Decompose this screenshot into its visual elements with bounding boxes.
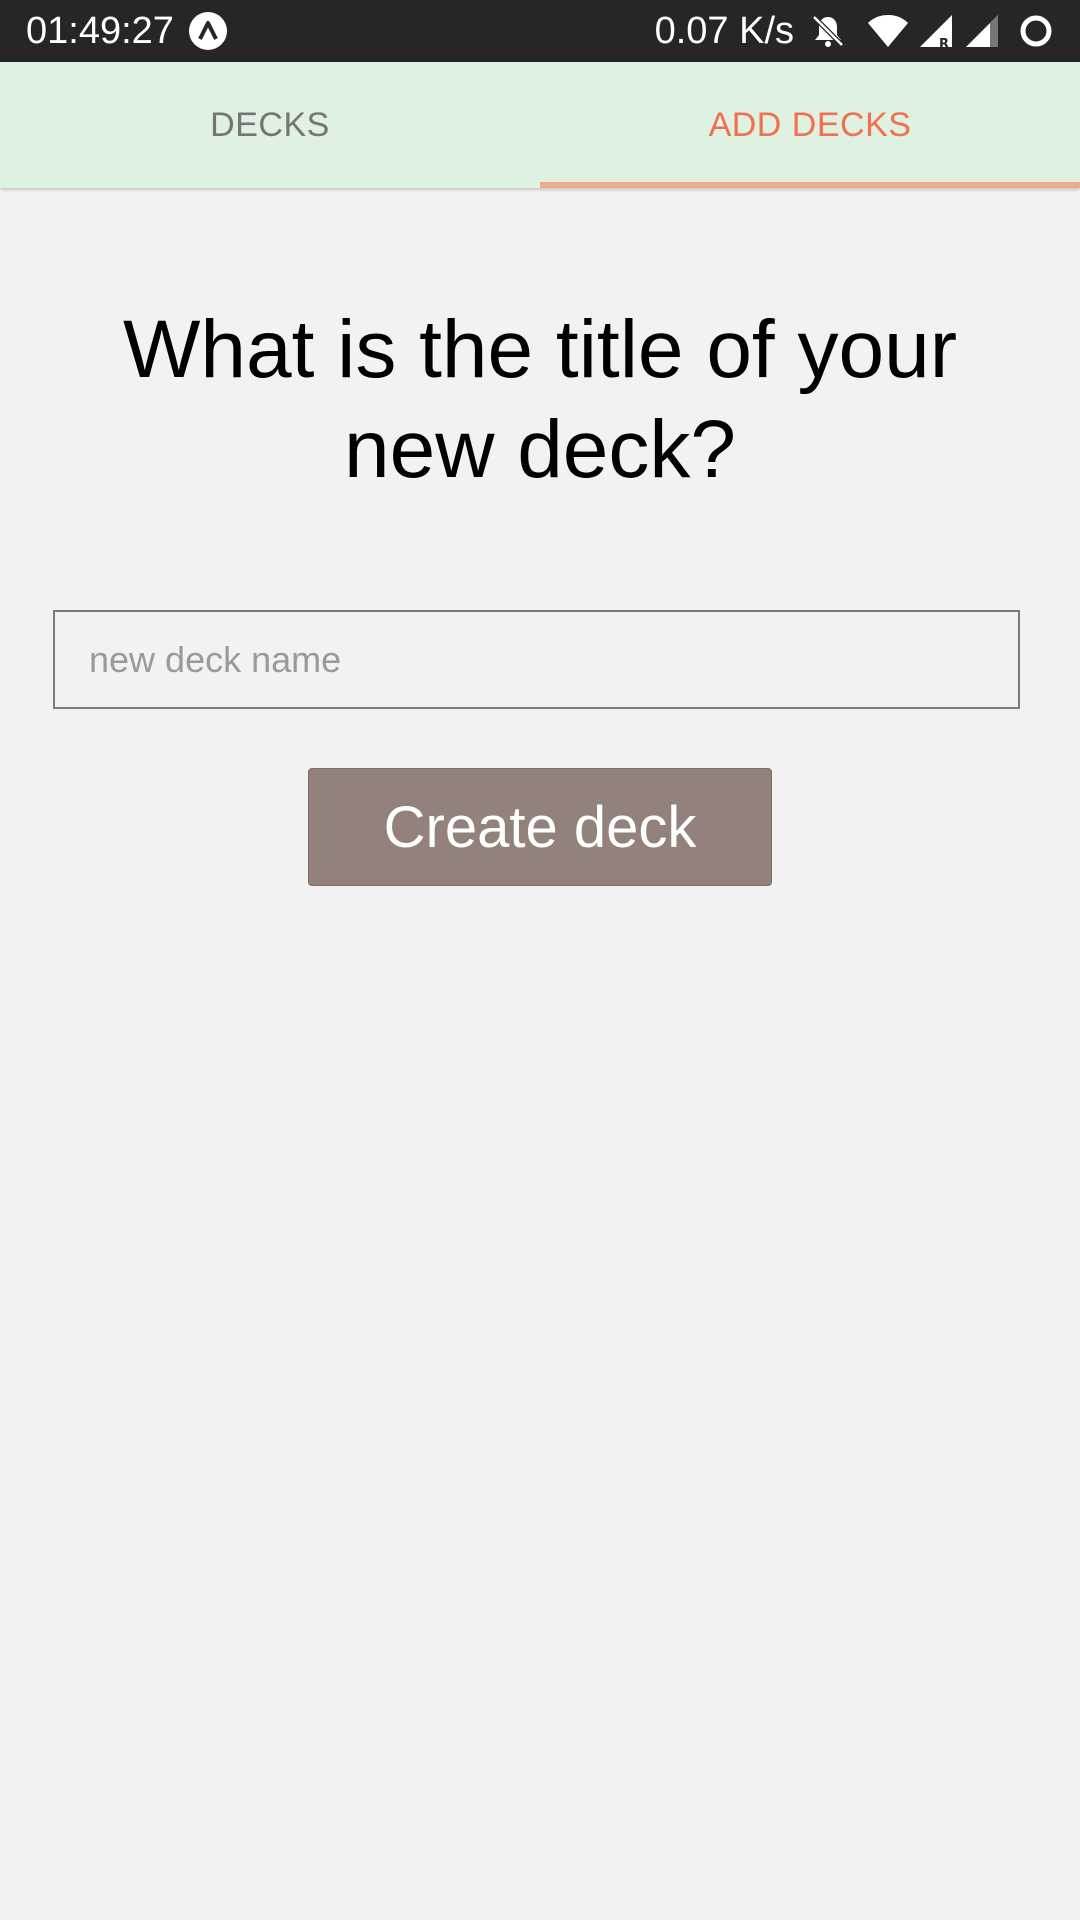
tab-add-decks[interactable]: ADD DECKS — [540, 62, 1080, 188]
bell-off-icon — [812, 15, 844, 47]
sync-icon — [1020, 15, 1052, 47]
create-deck-button[interactable]: Create deck — [308, 768, 772, 886]
network-speed: 0.07 K/s — [654, 10, 794, 52]
signal-roaming-icon: R — [920, 15, 952, 49]
tab-decks[interactable]: DECKS — [0, 62, 540, 188]
deck-name-input[interactable] — [53, 610, 1020, 709]
status-time: 01:49:27 — [26, 10, 174, 52]
status-bar: 01:49:27 0.07 K/s R — [0, 0, 1080, 62]
tab-bar: DECKS ADD DECKS — [0, 62, 1080, 188]
page-title: What is the title of your new deck? — [122, 304, 957, 495]
app-notification-icon — [189, 12, 227, 50]
wifi-icon — [868, 15, 908, 47]
signal-icon — [966, 15, 998, 47]
svg-text:R: R — [939, 37, 949, 49]
active-tab-indicator — [540, 182, 1080, 188]
